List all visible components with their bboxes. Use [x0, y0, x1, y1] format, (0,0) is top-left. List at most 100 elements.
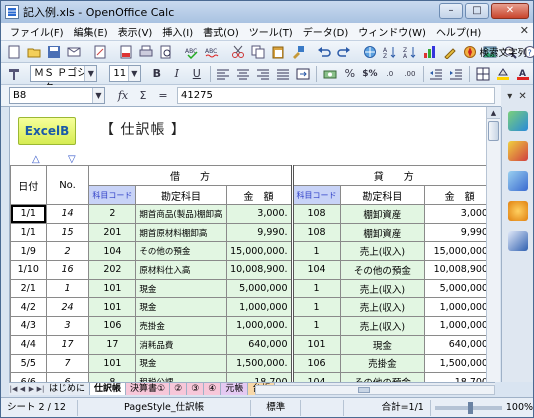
no-cell[interactable]: 15 — [45, 222, 90, 243]
debit-account-cell[interactable]: 現金 — [135, 353, 227, 374]
debit-amount-cell[interactable]: 5,000,000 — [225, 278, 293, 299]
credit-account-cell[interactable]: 棚卸資産 — [339, 204, 426, 224]
delete-decimal-icon[interactable]: .00 — [402, 66, 418, 82]
date-cell[interactable]: 4/4 — [10, 334, 47, 355]
hyperlink-icon[interactable] — [362, 44, 378, 60]
credit-account-cell[interactable]: 棚卸資産 — [339, 222, 426, 243]
no-cell[interactable]: 3 — [45, 316, 90, 336]
selection-mode[interactable] — [301, 399, 345, 416]
new-document-icon[interactable] — [6, 44, 22, 60]
credit-amount-cell[interactable]: 9,990. — [424, 222, 495, 243]
debit-amount-cell[interactable]: 640,000 — [225, 334, 293, 355]
currency-icon[interactable] — [322, 66, 338, 82]
scroll-thumb[interactable] — [488, 121, 499, 141]
debit-account-cell[interactable]: 消耗品費 — [135, 334, 227, 355]
justify-icon[interactable] — [275, 66, 291, 82]
format-paintbrush-icon[interactable] — [290, 44, 306, 60]
no-cell[interactable]: 1 — [45, 278, 90, 299]
styles-formatting-icon[interactable] — [6, 66, 22, 82]
credit-account-cell[interactable]: 現金 — [339, 334, 426, 355]
autospellcheck-icon[interactable]: ABC — [204, 44, 220, 60]
menu-edit[interactable]: 編集(E) — [69, 24, 113, 39]
menu-format[interactable]: 書式(O) — [198, 24, 244, 39]
gallery-icon[interactable] — [507, 171, 528, 191]
function-wizard-icon[interactable]: fx — [115, 88, 131, 104]
triangle-up-icon[interactable]: △ — [32, 154, 40, 165]
align-left-icon[interactable] — [215, 66, 231, 82]
date-cell[interactable]: 1/10 — [10, 260, 47, 280]
sheet-tab[interactable]: 仕訳帳 — [90, 383, 127, 395]
merge-cells-icon[interactable] — [295, 66, 311, 82]
credit-amount-cell[interactable]: 5,000,000. — [424, 278, 495, 299]
credit-amount-cell[interactable]: 15,000,000. — [424, 241, 495, 262]
credit-account-cell[interactable]: 売上(収入) — [339, 316, 426, 336]
menu-file[interactable]: ファイル(F) — [5, 24, 69, 39]
debit-amount-cell[interactable]: 3,000. — [225, 204, 293, 224]
horizontal-scrollbar[interactable] — [255, 385, 495, 395]
name-box[interactable]: B8 ▼ — [9, 87, 105, 104]
sheet-tab[interactable]: 元帳 — [221, 383, 249, 395]
debit-amount-cell[interactable]: 1,000,000 — [225, 297, 293, 318]
debit-amount-cell[interactable]: 9,990. — [225, 222, 293, 243]
menu-tools[interactable]: ツール(T) — [244, 24, 298, 39]
credit-account-cell[interactable]: 売上(収入) — [339, 241, 426, 262]
align-right-icon[interactable] — [255, 66, 271, 82]
credit-code-cell[interactable]: 104 — [290, 260, 341, 280]
sheet-tab[interactable]: ③ — [187, 383, 205, 395]
minimize-button[interactable]: – — [439, 3, 463, 19]
no-cell[interactable]: 24 — [45, 297, 90, 318]
menu-help[interactable]: ヘルプ(H) — [431, 24, 486, 39]
menu-view[interactable]: 表示(V) — [113, 24, 158, 39]
credit-code-cell[interactable]: 106 — [290, 353, 341, 374]
zoom-slider[interactable] — [434, 401, 502, 414]
credit-amount-cell[interactable]: 1,000,000. — [424, 297, 495, 318]
underline-icon[interactable]: U — [189, 66, 205, 82]
debit-account-cell[interactable]: 期首商品(製品)棚卸高 — [135, 204, 227, 224]
navigator-icon[interactable] — [507, 201, 528, 221]
no-cell[interactable]: 2 — [45, 241, 90, 262]
hscroll-thumb[interactable] — [358, 387, 370, 393]
date-cell[interactable]: 4/3 — [10, 316, 47, 336]
credit-code-cell[interactable]: 1 — [290, 241, 341, 262]
debit-code-cell[interactable]: 101 — [88, 353, 137, 374]
properties-icon[interactable] — [507, 111, 528, 131]
sidebar-close-icon[interactable]: ✕ — [518, 91, 526, 102]
align-center-icon[interactable] — [235, 66, 251, 82]
no-cell[interactable]: 16 — [45, 260, 90, 280]
debit-code-cell[interactable]: 104 — [88, 241, 137, 262]
debit-amount-cell[interactable]: 18,700 — [225, 372, 293, 382]
credit-account-cell[interactable]: その他の預金 — [339, 372, 426, 382]
debit-amount-cell[interactable]: 1,500,000. — [225, 353, 293, 374]
credit-code-cell[interactable]: 104 — [290, 372, 341, 382]
credit-amount-cell[interactable]: 10,008,900. — [424, 260, 495, 280]
spreadsheet-grid[interactable]: ExcelB 【 仕訳帳 】 △ ▽ 日付 No. 借 方貸 方科目コード 勘定科目金… — [9, 107, 495, 382]
debit-code-cell[interactable]: 106 — [88, 316, 137, 336]
menu-data[interactable]: データ(D) — [298, 24, 354, 39]
maximize-button[interactable]: □ — [465, 3, 489, 19]
debit-account-cell[interactable]: 売掛金 — [135, 316, 227, 336]
sheet-tab[interactable]: ④ — [204, 383, 222, 395]
functions-icon[interactable] — [507, 231, 528, 251]
debit-amount-cell[interactable]: 15,000,000. — [225, 241, 293, 262]
font-name-select[interactable]: ＭＳ Ｐゴシック▼ — [30, 65, 98, 94]
date-cell[interactable]: 1/1 — [10, 222, 47, 243]
debit-code-cell[interactable]: 2 — [88, 204, 137, 224]
function-equals-icon[interactable]: = — [155, 88, 171, 104]
credit-amount-cell[interactable]: 1,000,000. — [424, 316, 495, 336]
date-cell[interactable]: 5/5 — [10, 353, 47, 374]
debit-code-cell[interactable]: 101 — [88, 297, 137, 318]
debit-account-cell[interactable]: 原材料仕入高 — [135, 260, 227, 280]
standard-format-icon[interactable]: $% — [362, 66, 378, 82]
mail-icon[interactable] — [66, 44, 82, 60]
bold-icon[interactable]: B — [149, 66, 165, 82]
increase-indent-icon[interactable] — [448, 66, 464, 82]
credit-code-cell[interactable]: 1 — [290, 278, 341, 299]
page-style[interactable]: PageStyle_仕訳帳 — [78, 399, 252, 416]
debit-amount-cell[interactable]: 10,008,900. — [225, 260, 293, 280]
undo-icon[interactable] — [316, 44, 332, 60]
credit-code-cell[interactable]: 108 — [290, 222, 341, 243]
search-text-label[interactable]: 検索文字列 — [479, 45, 527, 59]
zoom-level[interactable]: 100% — [506, 402, 533, 413]
date-cell[interactable]: 2/1 — [10, 278, 47, 299]
date-cell[interactable]: 1/1 — [10, 204, 47, 224]
